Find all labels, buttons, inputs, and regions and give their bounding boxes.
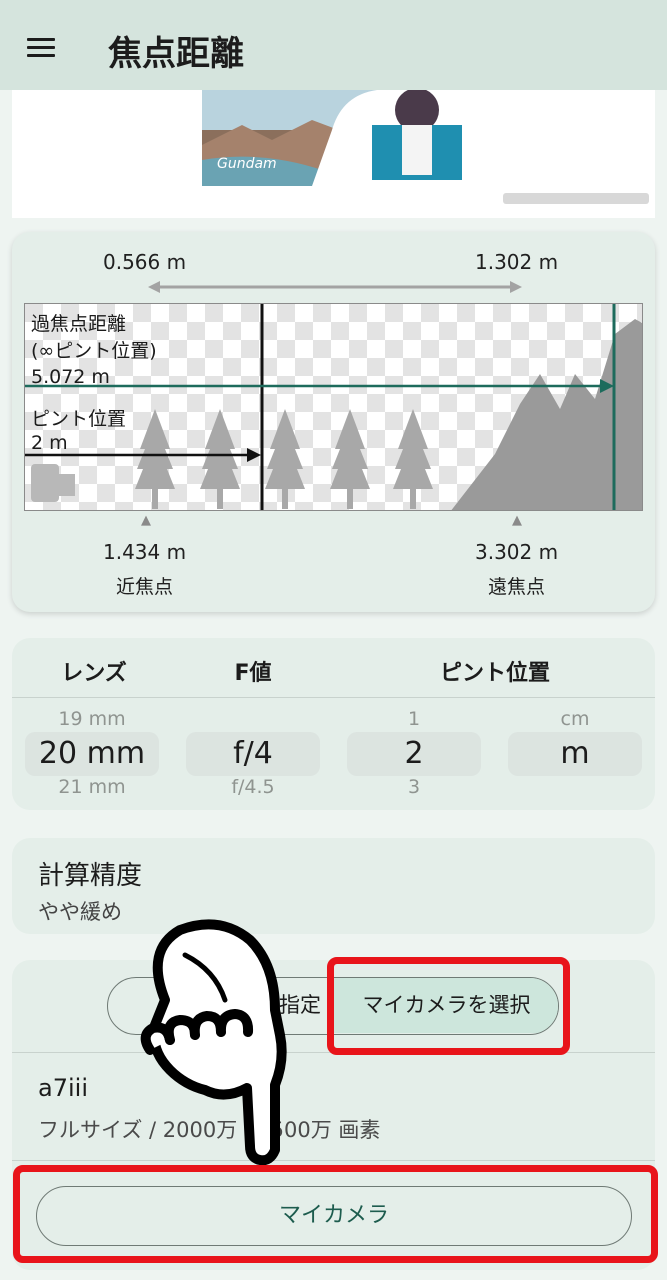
ad-image[interactable]: Gundam	[202, 90, 488, 186]
fvalue-picker-selected[interactable]: f/4	[186, 732, 320, 776]
focus-next-option[interactable]: 3	[347, 776, 481, 798]
ad-banner[interactable]: Gundam	[12, 90, 655, 218]
pointing-hand-icon	[140, 919, 287, 1165]
focus-prev-option[interactable]: 1	[347, 708, 481, 730]
focus-label: ピント位置	[31, 408, 127, 430]
front-depth-label: 0.566 m	[103, 250, 187, 274]
lens-next-option[interactable]: 21 mm	[25, 776, 159, 798]
unit-picker-selected[interactable]: m	[508, 732, 642, 776]
rear-depth-label: 1.302 m	[475, 250, 559, 274]
depth-of-field-diagram: 過焦点距離 (∞ピント位置) 5.072 m ピント位置 2 m	[24, 303, 643, 511]
app-bar: 焦点距離	[0, 0, 667, 90]
hamburger-menu-icon[interactable]	[27, 38, 55, 58]
near-focus-label: 近焦点	[116, 576, 174, 598]
camera-divider-2	[12, 1160, 655, 1161]
far-marker-icon: ▲	[512, 513, 522, 528]
camera-name: a7iii	[38, 1074, 88, 1102]
ad-scroll-bar	[503, 193, 649, 204]
far-focus-value: 3.302 m	[475, 540, 559, 564]
svg-text:Gundam: Gundam	[217, 156, 277, 172]
fvalue-header: F値	[234, 661, 272, 686]
hyperfocal-label-2: (∞ピント位置)	[31, 340, 157, 362]
hyperfocal-value: 5.072 m	[31, 366, 110, 388]
accuracy-title: 計算精度	[38, 861, 143, 891]
focus-value: 2 m	[31, 432, 68, 454]
focus-header: ピント位置	[439, 661, 550, 686]
focus-picker-selected[interactable]: 2	[347, 732, 481, 776]
accuracy-value: やや緩め	[38, 900, 122, 924]
unit-prev-option[interactable]: cm	[508, 708, 642, 730]
fvalue-next-option[interactable]: f/4.5	[186, 776, 320, 798]
highlight-box-segment	[327, 957, 570, 1055]
depth-range-arrow	[148, 281, 522, 293]
lens-prev-option[interactable]: 19 mm	[25, 708, 159, 730]
lens-picker-selected[interactable]: 20 mm	[25, 732, 159, 776]
hyperfocal-label-1: 過焦点距離	[31, 313, 127, 335]
settings-divider	[12, 697, 655, 698]
far-focus-label: 遠焦点	[488, 576, 546, 598]
near-marker-icon: ▲	[141, 513, 151, 528]
highlight-box-button	[13, 1165, 658, 1263]
lens-header: レンズ	[61, 661, 127, 686]
near-focus-value: 1.434 m	[103, 540, 187, 564]
page-title: 焦点距離	[108, 34, 244, 74]
